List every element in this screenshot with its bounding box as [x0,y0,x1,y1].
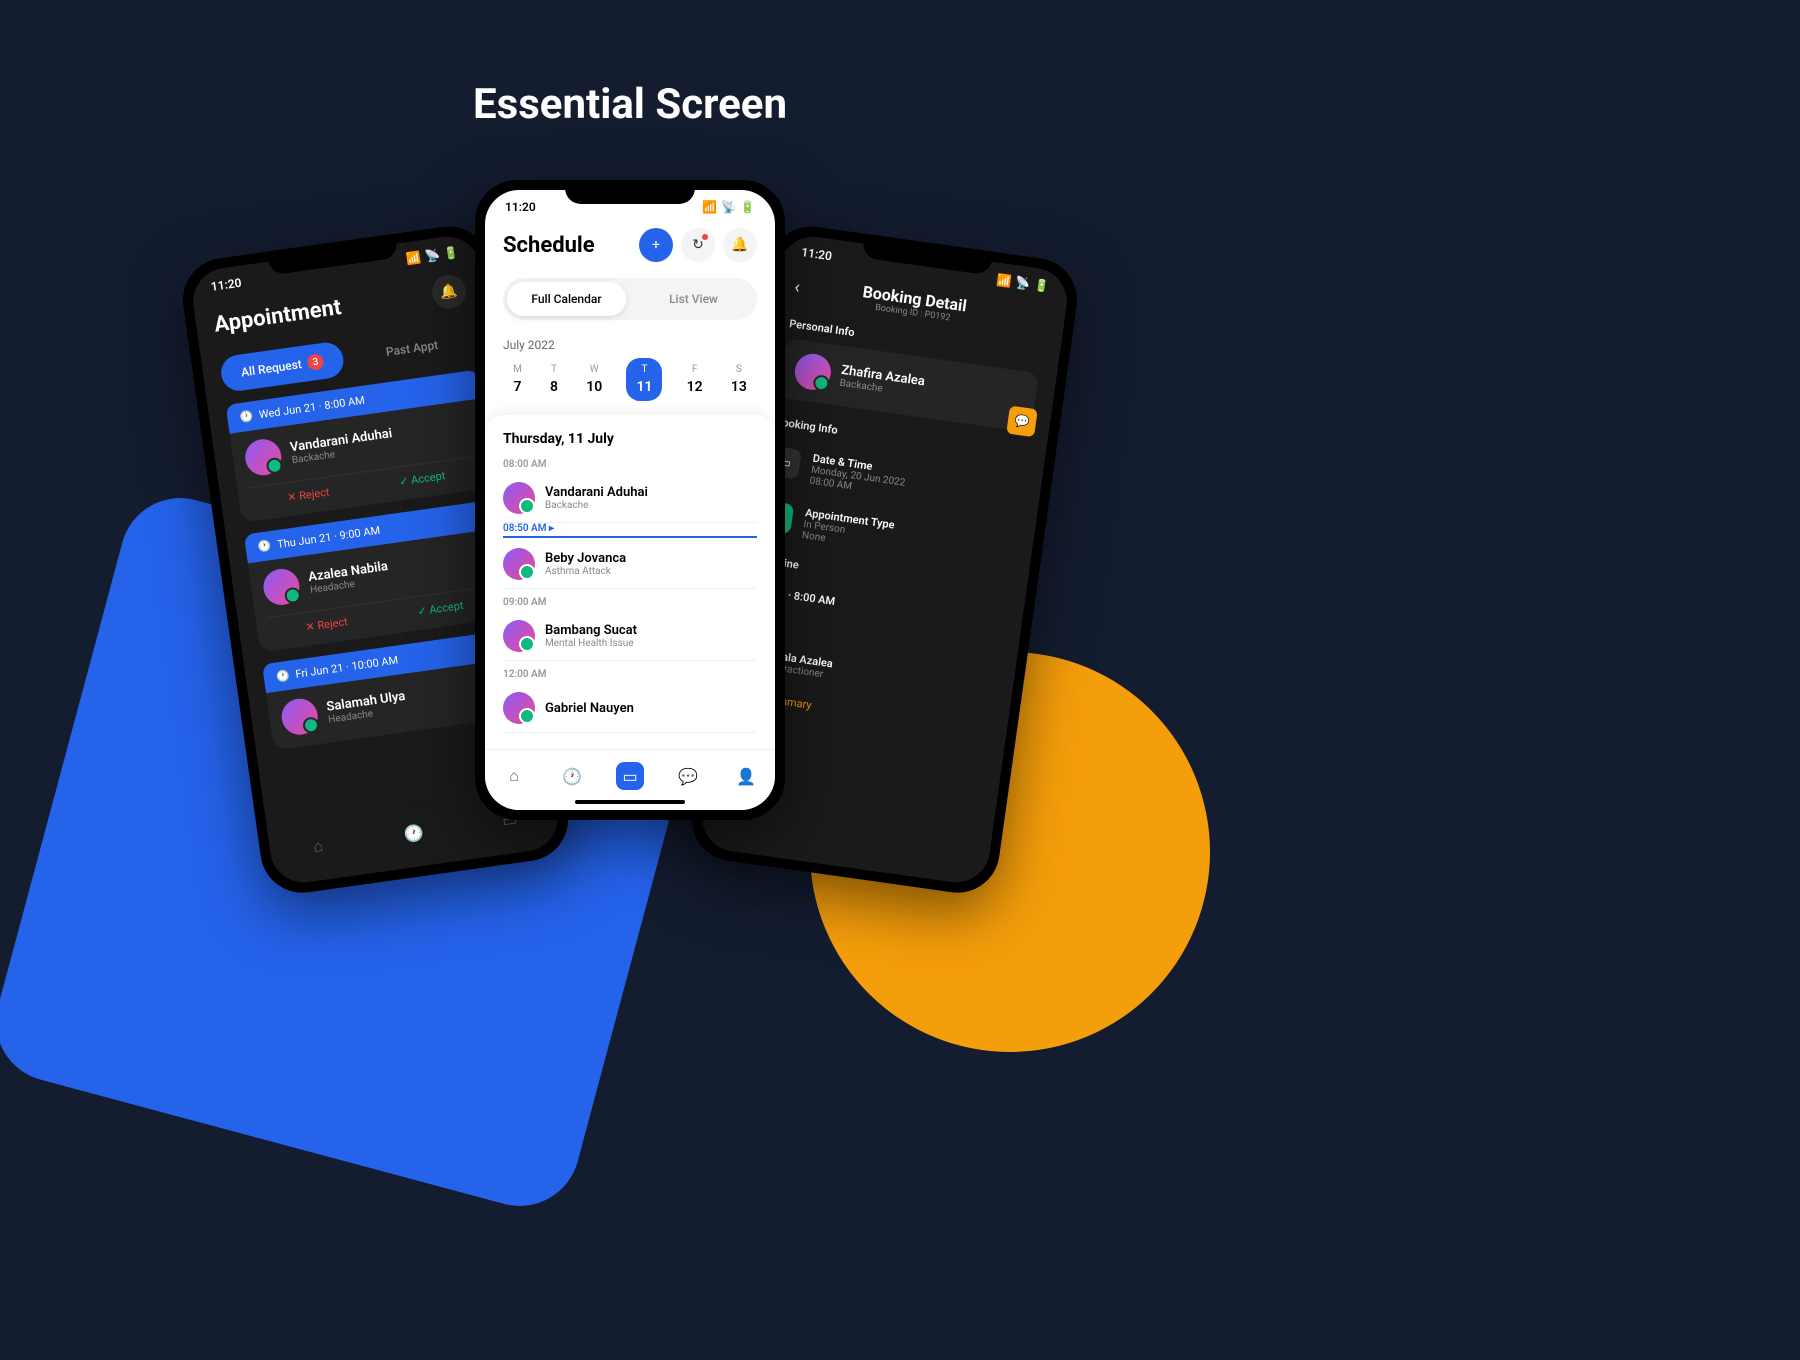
avatar [279,696,320,737]
bell-icon[interactable]: 🔔 [723,228,757,262]
phone-schedule: 11:20 📶 📡 🔋 Schedule + ↻ 🔔 Full Calendar Li… [475,180,785,820]
appointment-title: Appointment [213,295,343,338]
signal-icon: 📶 [702,200,717,214]
request-badge: 3 [306,353,324,371]
clock-icon: 🕐 [275,669,290,684]
status-time: 11:20 [505,200,536,214]
schedule-item[interactable]: Bambang SucatMental Health Issue [503,612,757,661]
message-button[interactable]: 💬 [1006,406,1038,438]
schedule-item[interactable]: Vandarani AduhaiBackache [503,474,757,523]
clock-icon: 🕐 [239,409,254,424]
avatar [243,437,284,478]
history-icon[interactable]: ↻ [681,228,715,262]
bell-icon[interactable]: 🔔 [430,273,468,311]
status-time: 11:20 [800,245,832,263]
calendar-day-active[interactable]: T11 [626,358,662,401]
reject-button[interactable]: ✕ Reject [269,610,385,639]
nav-home-icon[interactable]: ⌂ [500,762,528,790]
calendar-day[interactable]: S13 [727,358,751,401]
appointment-card[interactable]: 🕐Thu Jun 21 · 9:00 AM Azalea NabilaHeada… [244,499,512,652]
month-label: July 2022 [485,328,775,358]
battery-icon: 🔋 [443,245,460,261]
tab-list-view[interactable]: List View [634,282,753,316]
calendar-day[interactable]: F12 [683,358,707,401]
battery-icon: 🔋 [1033,278,1050,294]
nav-clock-icon[interactable]: 🕐 [398,817,430,849]
current-time-marker: 08:50 AM ▸ [503,523,757,534]
avatar [503,620,535,652]
calendar-day[interactable]: M7 [509,358,526,401]
status-time: 11:20 [210,276,242,294]
schedule-item[interactable]: Beby JovancaAsthma Attack [503,540,757,589]
calendar-day[interactable]: W10 [582,358,606,401]
reject-button[interactable]: ✕ Reject [251,480,367,509]
avatar [503,692,535,724]
calendar-day[interactable]: T8 [546,358,562,401]
appointment-card[interactable]: 🕐Wed Jun 21 · 8:00 AM Vandarani AduhaiBa… [226,370,494,523]
schedule-title: Schedule [503,233,595,258]
accept-button[interactable]: ✓ Accept [364,464,480,493]
signal-icon: 📶 [405,250,422,266]
nav-clock-icon[interactable]: 🕐 [558,762,586,790]
nav-chat-icon[interactable]: 💬 [674,762,702,790]
clock-icon: 🕐 [257,539,272,554]
nav-home-icon[interactable]: ⌂ [302,831,334,863]
wifi-icon: 📡 [1014,275,1031,291]
nav-calendar-icon[interactable]: ▭ [616,762,644,790]
nav-profile-icon[interactable]: 👤 [732,762,760,790]
schedule-date-title: Thursday, 11 July [503,431,757,447]
schedule-item[interactable]: Gabriel Nauyen [503,684,757,733]
battery-icon: 🔋 [740,200,755,214]
wifi-icon: 📡 [424,248,441,264]
page-title: Essential Screen [473,80,787,129]
signal-icon: 📶 [996,273,1013,289]
wifi-icon: 📡 [721,200,736,214]
tab-full-calendar[interactable]: Full Calendar [507,282,626,316]
add-button[interactable]: + [639,228,673,262]
avatar [503,548,535,580]
avatar [503,482,535,514]
avatar [261,567,302,608]
avatar [793,351,834,392]
